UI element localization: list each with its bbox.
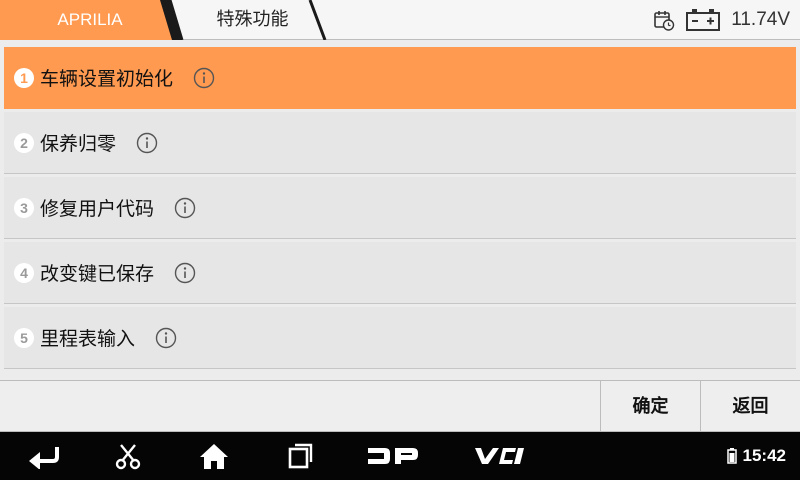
battery-status-icon	[726, 448, 737, 464]
dp-icon[interactable]	[362, 432, 424, 480]
info-icon[interactable]	[193, 67, 215, 89]
battery-icon	[686, 9, 721, 31]
function-list: 1 车辆设置初始化 2 保养归零 3 修复用户代码 4 改变键已保存 5 里程表…	[4, 47, 796, 375]
list-item[interactable]: 4 改变键已保存	[4, 242, 796, 304]
breadcrumb-item-aprilia[interactable]: APRILIA	[0, 0, 180, 40]
list-item[interactable]: 1 车辆设置初始化	[4, 47, 796, 109]
item-number: 5	[14, 327, 34, 348]
back-icon[interactable]	[22, 432, 66, 480]
app-root: APRILIA 特殊功能 11.74V 1 车辆设置初始化 2 保养归零 3 修…	[0, 0, 800, 480]
confirm-button[interactable]: 确定	[600, 381, 700, 432]
info-icon[interactable]	[174, 262, 196, 284]
item-label: 保养归零	[40, 133, 117, 155]
item-label: 车辆设置初始化	[40, 68, 174, 90]
status-area: 11.74V	[653, 0, 790, 40]
info-icon[interactable]	[174, 197, 196, 219]
item-number: 1	[14, 67, 34, 88]
info-icon[interactable]	[155, 327, 177, 349]
home-icon[interactable]	[194, 432, 234, 480]
wifi-icon	[702, 452, 712, 462]
list-item[interactable]: 2 保养归零	[4, 112, 796, 174]
info-icon[interactable]	[136, 132, 158, 154]
system-nav-bar: 15:42	[0, 432, 800, 480]
item-number: 3	[14, 197, 34, 218]
calendar-clock-icon	[654, 11, 675, 31]
header-bar: APRILIA 特殊功能 11.74V	[0, 0, 800, 40]
system-status: 15:42	[702, 432, 786, 480]
vci-icon[interactable]	[468, 432, 530, 480]
breadcrumb-item-special-functions[interactable]: 特殊功能	[180, 0, 325, 40]
recents-icon[interactable]	[280, 432, 320, 480]
item-label: 改变键已保存	[40, 263, 155, 285]
action-bar: 确定 返回	[0, 380, 800, 432]
voltage-readout: 11.74V	[731, 9, 790, 30]
item-label: 里程表输入	[40, 328, 136, 350]
scissors-icon[interactable]	[108, 432, 148, 480]
item-number: 2	[14, 132, 34, 153]
list-item[interactable]: 5 里程表输入	[4, 307, 796, 369]
clock: 15:42	[742, 446, 786, 465]
item-number: 4	[14, 262, 34, 283]
list-item[interactable]: 3 修复用户代码	[4, 177, 796, 239]
back-button[interactable]: 返回	[700, 381, 800, 432]
item-label: 修复用户代码	[40, 198, 155, 220]
